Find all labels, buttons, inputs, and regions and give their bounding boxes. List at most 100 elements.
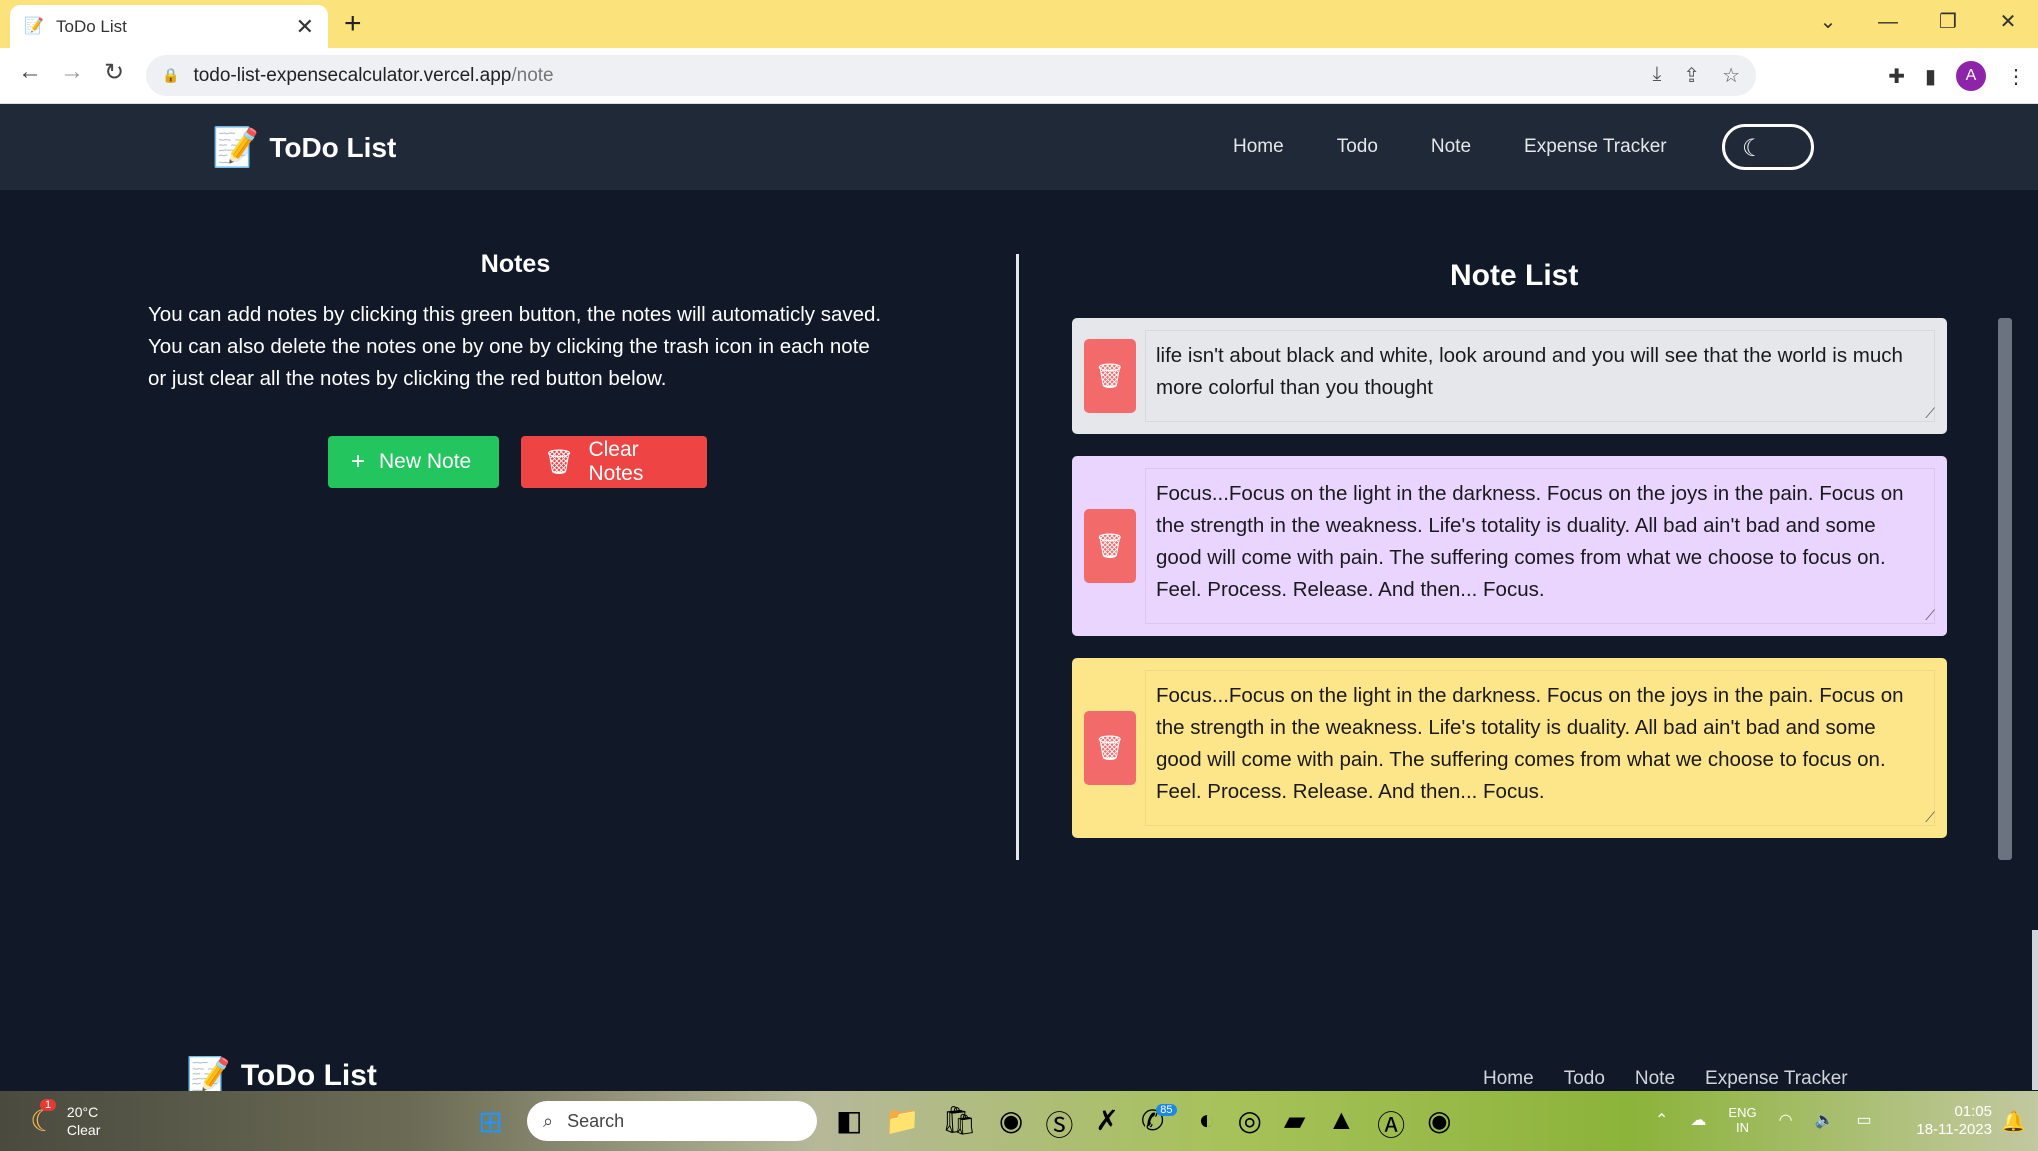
note-card: 🗑 life isn't about black and white, look…: [1072, 318, 1947, 434]
language-indicator[interactable]: ENG IN: [1728, 1105, 1756, 1135]
close-window-icon[interactable]: ✕: [1978, 0, 2038, 44]
delete-note-button[interactable]: 🗑: [1084, 509, 1136, 583]
bookmark-star-icon[interactable]: ☆: [1722, 63, 1740, 88]
omnibox-actions: ⤓ ⇪ ☆: [1652, 63, 1740, 88]
nav-link-note[interactable]: Note: [1431, 136, 1471, 158]
weather-condition: Clear: [66, 1122, 101, 1138]
page-scrollbar[interactable]: [2032, 930, 2038, 1090]
side-panel-icon[interactable]: ▮: [1925, 64, 1936, 89]
note-card: 🗑 Focus...Focus on the light in the dark…: [1072, 658, 1947, 838]
trash-icon: 🗑: [1094, 734, 1126, 762]
region-code: IN: [1735, 1120, 1749, 1135]
reload-icon[interactable]: ↻: [96, 58, 132, 87]
weather-temp: 20°C: [66, 1104, 99, 1120]
tab-search-chevron-icon[interactable]: ⌄: [1798, 0, 1858, 44]
trash-icon: 🗑: [1094, 362, 1126, 390]
store-icon[interactable]: 🛍: [941, 1104, 977, 1144]
resize-grip-icon[interactable]: ⟋: [1925, 405, 1935, 422]
new-tab-icon[interactable]: +: [344, 7, 362, 41]
chrome-icon[interactable]: ◉: [999, 1104, 1023, 1144]
tab-title: ToDo List: [56, 16, 127, 36]
clear-notes-label: Clear Notes: [588, 438, 644, 485]
language-code: ENG: [1728, 1105, 1757, 1120]
browser-tab-strip: 📝 ToDo List ✕ + ⌄ — ❐ ✕: [0, 0, 2038, 48]
url-path: /note: [511, 64, 554, 86]
back-arrow-icon[interactable]: ←: [12, 58, 48, 86]
close-tab-icon[interactable]: ✕: [296, 14, 314, 40]
weather-widget[interactable]: ☾ 1 20°C Clear: [30, 1099, 100, 1139]
weather-badge: 1: [40, 1099, 57, 1111]
vscode-icon[interactable]: ✗: [1095, 1104, 1118, 1144]
wifi-icon[interactable]: ◠: [1779, 1110, 1793, 1130]
search-icon: ⌕: [543, 1110, 554, 1131]
skype-icon[interactable]: Ⓢ: [1045, 1104, 1073, 1144]
maximize-icon[interactable]: ❐: [1918, 0, 1978, 44]
battery-icon[interactable]: ▭: [1856, 1110, 1871, 1130]
url-host: todo-list-expensecalculator.vercel.app: [193, 64, 512, 86]
vlc-icon[interactable]: ▲: [1327, 1104, 1355, 1144]
more-menu-icon[interactable]: ⋮: [2006, 64, 2026, 89]
cloud-icon[interactable]: ☁: [1690, 1110, 1706, 1130]
system-tray: ⌃ ☁ ENG IN ◠ 🔈 ▭: [1655, 1105, 1872, 1135]
browser-toolbar: ← → ↻ 🔒 todo-list-expensecalculator.verc…: [0, 48, 2038, 104]
extensions-puzzle-icon[interactable]: ✚: [1888, 64, 1905, 89]
main-nav: Home Todo Note Expense Tracker: [1233, 136, 1667, 158]
notepad-favicon-icon: 📝: [24, 17, 44, 35]
minimize-icon[interactable]: —: [1858, 0, 1918, 44]
forward-arrow-icon[interactable]: →: [54, 58, 90, 86]
footer-nav: Home Todo Note Expense Tracker: [1483, 1068, 1848, 1090]
note-textarea[interactable]: Focus...Focus on the light in the darkne…: [1145, 468, 1935, 624]
delete-note-button[interactable]: 🗑: [1084, 711, 1136, 785]
trash-icon: 🗑: [544, 448, 575, 476]
resize-grip-icon[interactable]: ⟋: [1925, 809, 1935, 826]
notification-bell-icon[interactable]: 🔔: [2001, 1109, 2026, 1134]
note-textarea[interactable]: life isn't about black and white, look a…: [1145, 330, 1935, 422]
nav-link-todo[interactable]: Todo: [1337, 136, 1378, 158]
footer-link-home[interactable]: Home: [1483, 1068, 1534, 1090]
weather-text: 20°C Clear: [67, 1103, 100, 1139]
address-bar[interactable]: 🔒 todo-list-expensecalculator.vercel.app…: [146, 55, 1756, 96]
new-note-button[interactable]: + New Note: [328, 436, 499, 488]
os-taskbar: ☾ 1 20°C Clear ⊞ ⌕ Search ◧ 📁 🛍 ◉ Ⓢ ✗ ✆ …: [0, 1091, 2038, 1151]
new-note-label: New Note: [379, 450, 472, 473]
app-moon-icon[interactable]: ◐: [1199, 1104, 1216, 1144]
footer-link-expense-tracker[interactable]: Expense Tracker: [1705, 1068, 1848, 1090]
note-list-title: Note List: [1450, 259, 1579, 292]
delete-note-button[interactable]: 🗑: [1084, 339, 1136, 413]
note-card: 🗑 Focus...Focus on the light in the dark…: [1072, 456, 1947, 636]
clear-notes-button[interactable]: 🗑 Clear Notes: [521, 436, 707, 488]
notes-actions: + New Note 🗑 Clear Notes: [328, 436, 707, 488]
task-view-icon[interactable]: ◧: [836, 1104, 862, 1144]
resize-grip-icon[interactable]: ⟋: [1925, 607, 1935, 624]
dark-mode-toggle[interactable]: ☾: [1722, 124, 1814, 170]
profile-avatar[interactable]: A: [1956, 61, 1986, 91]
notes-description: You can add notes by clicking this green…: [148, 303, 882, 390]
browser-tab[interactable]: 📝 ToDo List ✕: [10, 5, 328, 48]
nav-link-expense-tracker[interactable]: Expense Tracker: [1524, 136, 1667, 158]
extension-area: ✚ ▮ A ⋮: [1888, 61, 2026, 91]
app-a-icon[interactable]: Ⓐ: [1377, 1104, 1405, 1144]
note-list-scrollbar[interactable]: [1998, 318, 2012, 860]
lock-icon[interactable]: 🔒: [162, 67, 179, 84]
note-textarea[interactable]: Focus...Focus on the light in the darkne…: [1145, 670, 1935, 826]
taskbar-search[interactable]: ⌕ Search: [527, 1101, 817, 1141]
install-app-icon[interactable]: ⤓: [1652, 63, 1661, 88]
brand[interactable]: 📝 ToDo List: [212, 126, 396, 170]
brand-name: ToDo List: [269, 132, 397, 163]
app-circle-icon[interactable]: ◎: [1237, 1104, 1261, 1144]
file-explorer-icon[interactable]: 📁: [884, 1104, 919, 1144]
sticky-notes-icon[interactable]: ▰: [1284, 1104, 1306, 1144]
nav-link-home[interactable]: Home: [1233, 136, 1284, 158]
volume-icon[interactable]: 🔈: [1815, 1110, 1835, 1130]
clock[interactable]: 01:05 18-11-2023: [1916, 1103, 1992, 1139]
notes-panel: Notes You can add notes by clicking this…: [148, 250, 888, 488]
windows-start-icon[interactable]: ⊞: [478, 1105, 503, 1140]
footer-link-todo[interactable]: Todo: [1564, 1068, 1605, 1090]
share-icon[interactable]: ⇪: [1683, 63, 1700, 88]
footer-link-note[interactable]: Note: [1635, 1068, 1675, 1090]
notes-title: Notes: [480, 250, 551, 278]
tray-chevron-icon[interactable]: ⌃: [1655, 1110, 1668, 1130]
notepad-logo-icon: 📝: [212, 127, 260, 169]
chrome-profile-icon[interactable]: ◉: [1427, 1104, 1451, 1144]
taskbar-apps: ◧ 📁 🛍 ◉ Ⓢ ✗ ✆ 85 ◐ ◎ ▰ ▲ Ⓐ ◉: [836, 1104, 1452, 1144]
